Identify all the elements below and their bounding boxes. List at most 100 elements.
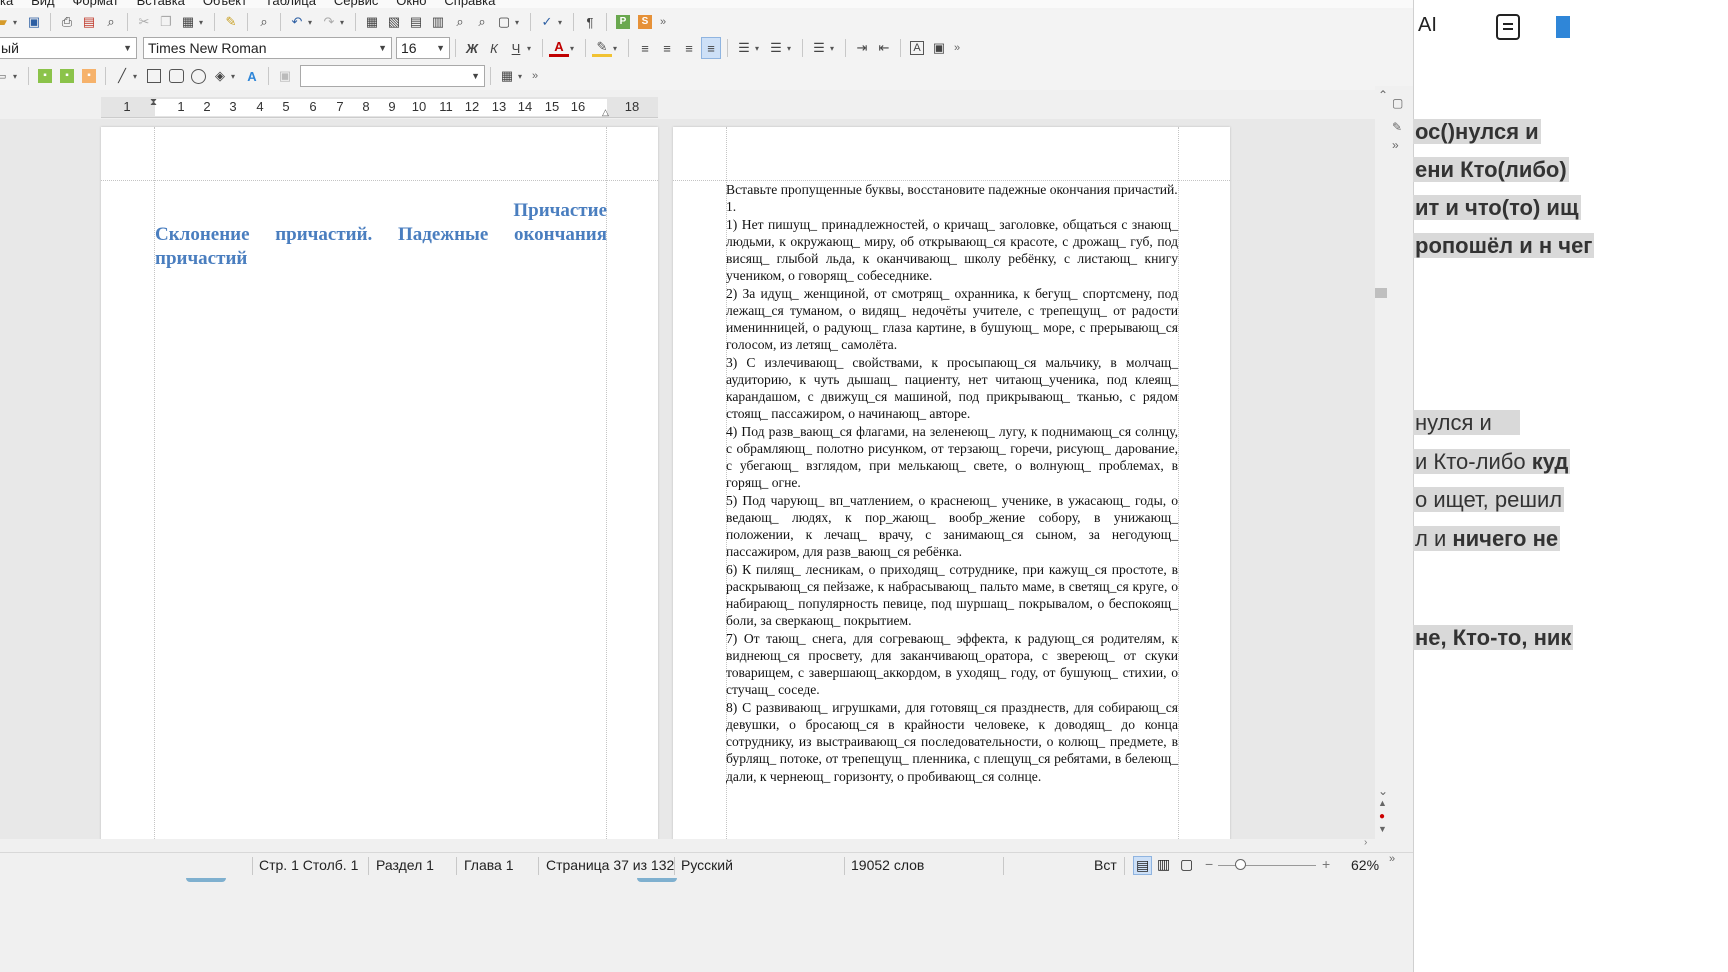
macro2-icon[interactable]: S [635,11,655,33]
sidebar-expand-icon[interactable]: » [1392,138,1399,152]
frame-icon[interactable]: ▣ [275,65,295,87]
menu-item-insert[interactable]: Вставка [137,0,185,8]
status-word-count[interactable]: 19052 слов [851,857,924,873]
highlight-icon[interactable]: ✎ [592,39,612,57]
outline-list-icon[interactable]: ☰ [809,37,829,59]
bold-button[interactable]: Ж [462,37,482,59]
copy-icon[interactable]: ❐ [156,11,176,33]
status-page-count[interactable]: Страница 37 из 132 [546,857,674,873]
line-dropdown[interactable]: ▾ [133,72,143,81]
form-control3-icon[interactable]: ▪ [79,65,99,87]
app-icon[interactable] [1556,16,1570,38]
sidebar-styles-icon[interactable]: ✎ [1392,120,1402,134]
menu-item-window[interactable]: Окно [396,0,426,8]
redo-dropdown[interactable]: ▾ [340,18,350,27]
align-right-icon[interactable]: ≡ [679,37,699,59]
italic-button[interactable]: К [484,37,504,59]
insert-textbox-icon[interactable]: ▥ [428,11,448,33]
line-icon[interactable]: ╱ [112,65,132,87]
insert-textbox-button[interactable]: A [907,37,927,59]
insert-special-char-icon[interactable]: ⌕ [472,11,492,33]
scroll-down-icon[interactable]: ⌄ [1378,784,1388,798]
style-combo[interactable]: ▼ [300,65,485,87]
indent-marker-icon[interactable]: ⧗ [150,97,157,108]
basic-shapes-icon[interactable]: ◈ [210,65,230,87]
menu-item-edit[interactable]: ка [0,0,13,8]
sidebar-properties-icon[interactable]: ▢ [1392,96,1403,110]
toolbar-overflow-icon[interactable]: » [532,70,538,82]
insert-object-dropdown[interactable]: ▾ [13,72,23,81]
table-icon[interactable]: ▦ [497,65,517,87]
right-indent-marker-icon[interactable]: △ [602,107,609,118]
status-page-column[interactable]: Стр. 1 Столб. 1 [259,857,358,873]
outline-list-dropdown[interactable]: ▾ [830,44,840,53]
print-icon[interactable]: ⎙ [57,11,77,33]
spellcheck-icon[interactable]: ✓ [537,11,557,33]
menu-item-object[interactable]: Объект [203,0,247,8]
undo-dropdown[interactable]: ▾ [308,18,318,27]
statusbar-overflow-icon[interactable]: » [1389,853,1395,865]
font-color-dropdown[interactable]: ▾ [570,44,580,53]
menu-item-format[interactable]: Формат [73,0,119,8]
status-chapter[interactable]: Глава 1 [464,857,514,873]
insert-field-icon[interactable]: ⌕ [450,11,470,33]
basic-shapes-dropdown[interactable]: ▾ [231,72,241,81]
insert-shape-icon[interactable]: ▢ [494,11,514,33]
print-preview-icon[interactable]: ⌕ [101,11,121,33]
font-name-combo[interactable]: Times New Roman ▼ [143,37,392,59]
menu-item-tools[interactable]: Сервис [334,0,379,8]
spellcheck-dropdown[interactable]: ▾ [558,18,568,27]
increase-indent-icon[interactable]: ⇥ [852,37,872,59]
macro-icon[interactable]: P [613,11,633,33]
status-insert-mode[interactable]: Вст [1094,857,1117,873]
book-view-icon[interactable]: ▢ [1180,856,1193,873]
status-section[interactable]: Раздел 1 [376,857,434,873]
horizontal-ruler[interactable]: 1 1 2 3 4 5 6 7 8 9 10 11 12 13 14 15 16… [101,97,658,118]
navigator-dot-icon[interactable]: ● [1379,811,1385,822]
paragraph-style-combo[interactable]: ый ▼ [0,37,137,59]
next-page-icon[interactable]: ▼ [1378,824,1387,834]
vertical-scroll-thumb[interactable] [1375,288,1387,298]
underline-button[interactable]: Ч [506,37,526,59]
open-folder-icon[interactable]: ▰ [0,11,12,33]
menu-item-help[interactable]: Справка [444,0,495,8]
zoom-slider-track[interactable] [1218,865,1316,866]
form-control-icon[interactable]: ▪ [35,65,55,87]
numbered-list-dropdown[interactable]: ▾ [787,44,797,53]
form-control2-icon[interactable]: ▪ [57,65,77,87]
page-right[interactable]: Вставьте пропущенные буквы, восстановите… [673,127,1230,839]
menu-item-view[interactable]: Вид [31,0,55,8]
numbered-list-icon[interactable]: ☰ [766,37,786,59]
ai-button[interactable]: AI [1418,14,1437,37]
cut-icon[interactable]: ✂ [134,11,154,33]
vertical-scrollbar[interactable] [1375,86,1413,839]
scroll-right-icon[interactable]: › [1364,837,1367,848]
save-icon[interactable]: ▣ [24,11,44,33]
paste-dropdown[interactable]: ▾ [199,18,209,27]
open-dropdown[interactable]: ▾ [13,18,23,27]
find-replace-icon[interactable]: ⌕ [254,11,274,33]
paste-icon[interactable]: ▦ [178,11,198,33]
rectangle-icon[interactable] [144,65,164,87]
bullet-list-dropdown[interactable]: ▾ [755,44,765,53]
insert-image-icon[interactable]: ▧ [384,11,404,33]
align-justify-icon[interactable]: ≡ [701,37,721,59]
formatting-marks-icon[interactable]: ¶ [580,11,600,33]
fontwork-icon[interactable]: A [242,65,262,87]
zoom-level[interactable]: 62% [1351,857,1379,873]
bullet-list-icon[interactable]: ☰ [734,37,754,59]
align-center-icon[interactable]: ≡ [657,37,677,59]
single-page-view-icon[interactable]: ▤ [1133,856,1153,875]
redo-icon[interactable]: ↷ [319,11,339,33]
toolbar-overflow-icon[interactable]: » [954,42,960,54]
toolbar-overflow-icon[interactable]: » [660,16,666,28]
font-size-combo[interactable]: 16 ▼ [396,37,450,59]
insert-table-icon[interactable]: ▦ [362,11,382,33]
clone-formatting-icon[interactable]: ✎ [221,11,241,33]
document-canvas[interactable]: Причастие Склонение причастий. Падежные … [0,119,1375,839]
zoom-out-icon[interactable]: − [1205,856,1213,872]
ellipse-icon[interactable] [188,65,208,87]
font-color-button[interactable]: A [549,39,569,57]
multi-page-view-icon[interactable]: ▥ [1157,856,1170,873]
horizontal-scrollbar[interactable]: › [0,837,1375,851]
